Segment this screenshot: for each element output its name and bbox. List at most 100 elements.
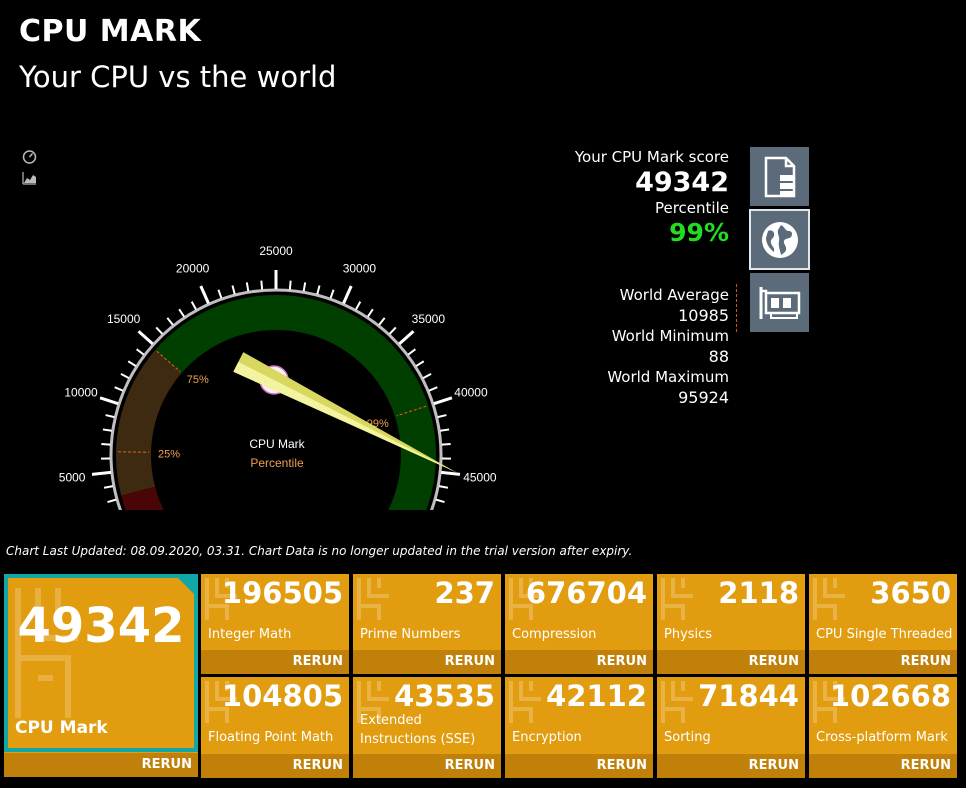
cpu-mark-rerun-button[interactable]: RERUN	[4, 753, 198, 777]
chip-watermark-icon	[661, 578, 693, 620]
minor-tick	[105, 414, 115, 419]
rerun-button[interactable]: RERUN	[201, 650, 349, 674]
minor-tick	[316, 285, 321, 295]
percentile-label: 75%	[187, 374, 209, 386]
major-tick	[342, 285, 353, 304]
minor-tick	[329, 289, 335, 299]
minor-tick	[302, 282, 307, 292]
minor-tick	[217, 289, 223, 299]
world-average-value: 10985	[678, 306, 729, 325]
benchmark-value: 196505	[221, 576, 343, 610]
benchmark-tile[interactable]: 196505 Integer Math RERUN	[201, 574, 349, 674]
rerun-button[interactable]: RERUN	[353, 650, 501, 674]
benchmark-value: 42112	[546, 679, 647, 713]
minor-tick	[190, 301, 197, 311]
minor-tick	[101, 443, 111, 446]
minor-tick	[407, 348, 416, 356]
benchmark-tile[interactable]: 104805 Floating Point Math RERUN	[201, 677, 349, 778]
globe-icon	[761, 221, 798, 258]
minor-tick	[355, 301, 362, 311]
minor-tick	[437, 414, 447, 419]
benchmark-tile[interactable]: 102668 Cross-platform Mark RERUN	[809, 677, 957, 778]
gauge-zone-high	[155, 295, 436, 510]
world-minimum-label: World Minimum	[611, 327, 729, 345]
benchmark-label: Floating Point Math	[208, 730, 334, 745]
world-compare-button[interactable]	[749, 209, 810, 270]
gauge-tick-label: 30000	[343, 262, 377, 276]
minor-tick	[114, 386, 124, 392]
percentile-label: 25%	[158, 449, 180, 461]
benchmark-value: 3650	[870, 576, 951, 610]
benchmark-label: Extended Instructions (SSE)	[360, 713, 476, 747]
chip-watermark-icon	[661, 681, 693, 723]
benchmark-value: 2118	[718, 576, 799, 610]
benchmark-tile[interactable]: 237 Prime Numbers RERUN	[353, 574, 501, 674]
gauge-tick-label: 10000	[64, 386, 98, 400]
benchmark-value: 43535	[394, 679, 495, 713]
minor-tick	[136, 348, 145, 356]
benchmark-tile[interactable]: 42112 Encryption RERUN	[505, 677, 653, 778]
benchmark-label: CPU Single Threaded	[816, 627, 953, 642]
benchmark-tile[interactable]: 2118 Physics RERUN	[657, 574, 805, 674]
minor-tick	[440, 428, 450, 432]
benchmark-value: 104805	[221, 679, 343, 713]
benchmark-tile[interactable]: 43535 Extended Instructions (SSE) RERUN	[353, 677, 501, 778]
cpu-mark-score: 49342	[635, 167, 729, 198]
chip-watermark-icon	[813, 578, 845, 620]
rerun-button[interactable]: RERUN	[353, 754, 501, 778]
minor-tick	[367, 308, 374, 318]
cpu-mark-gauge: 0500010000150002000025000300003500040000…	[59, 244, 497, 510]
benchmark-tile[interactable]: 71844 Sorting RERUN	[657, 677, 805, 778]
rerun-button[interactable]: RERUN	[505, 650, 653, 674]
minor-tick	[428, 386, 438, 392]
major-tick	[433, 396, 453, 406]
details-button[interactable]	[750, 147, 809, 206]
rerun-button[interactable]: RERUN	[809, 650, 957, 674]
rerun-button[interactable]: RERUN	[657, 754, 805, 778]
gauge-legend-cpu-mark: CPU Mark	[249, 437, 305, 451]
minor-tick	[388, 326, 397, 335]
minor-tick	[422, 373, 432, 379]
rerun-button[interactable]: RERUN	[505, 754, 653, 778]
benchmark-label: Compression	[512, 627, 597, 642]
benchmark-label: Sorting	[664, 730, 711, 745]
benchmark-value: 102668	[829, 679, 951, 713]
major-tick	[440, 470, 461, 476]
chip-watermark-icon	[357, 578, 389, 620]
minor-tick	[441, 443, 451, 446]
minor-tick	[103, 485, 114, 489]
rerun-button[interactable]: RERUN	[657, 650, 805, 674]
minor-tick	[120, 373, 130, 379]
minor-tick	[127, 360, 137, 367]
benchmark-tile[interactable]: 3650 CPU Single Threaded RERUN	[809, 574, 957, 674]
rerun-button[interactable]: RERUN	[201, 754, 349, 778]
score-label: Your CPU Mark score	[574, 148, 729, 166]
chip-watermark-icon	[509, 681, 541, 723]
benchmark-tile[interactable]: 676704 Compression RERUN	[505, 574, 653, 674]
minor-tick	[107, 498, 117, 504]
major-tick	[137, 330, 154, 346]
percentile-value: 99%	[669, 218, 729, 247]
benchmark-label: Physics	[664, 627, 713, 642]
hardware-info-button[interactable]	[750, 273, 809, 332]
minor-tick	[155, 326, 164, 335]
minor-tick	[231, 285, 236, 295]
rerun-button[interactable]: RERUN	[809, 754, 957, 778]
world-maximum-value: 95924	[678, 388, 729, 407]
selected-corner-icon	[178, 578, 194, 594]
document-icon	[764, 156, 795, 197]
cpu-mark-tile[interactable]: 49342 CPU Mark RERUN	[4, 574, 198, 777]
page-title: CPU MARK	[19, 14, 202, 49]
major-tick	[91, 470, 112, 476]
world-minimum-value: 88	[708, 347, 729, 366]
benchmark-label: Encryption	[512, 730, 582, 745]
gauge-tick-label: 45000	[463, 470, 497, 484]
minor-tick	[260, 280, 264, 290]
percentile-label: Percentile	[654, 199, 729, 217]
gauge-tick-label: 5000	[59, 470, 86, 484]
minor-tick	[102, 428, 112, 432]
minor-tick	[178, 308, 185, 318]
percentile-label: 1%	[176, 509, 192, 510]
major-tick	[99, 396, 119, 406]
gauge-tick-label: 20000	[176, 262, 210, 276]
